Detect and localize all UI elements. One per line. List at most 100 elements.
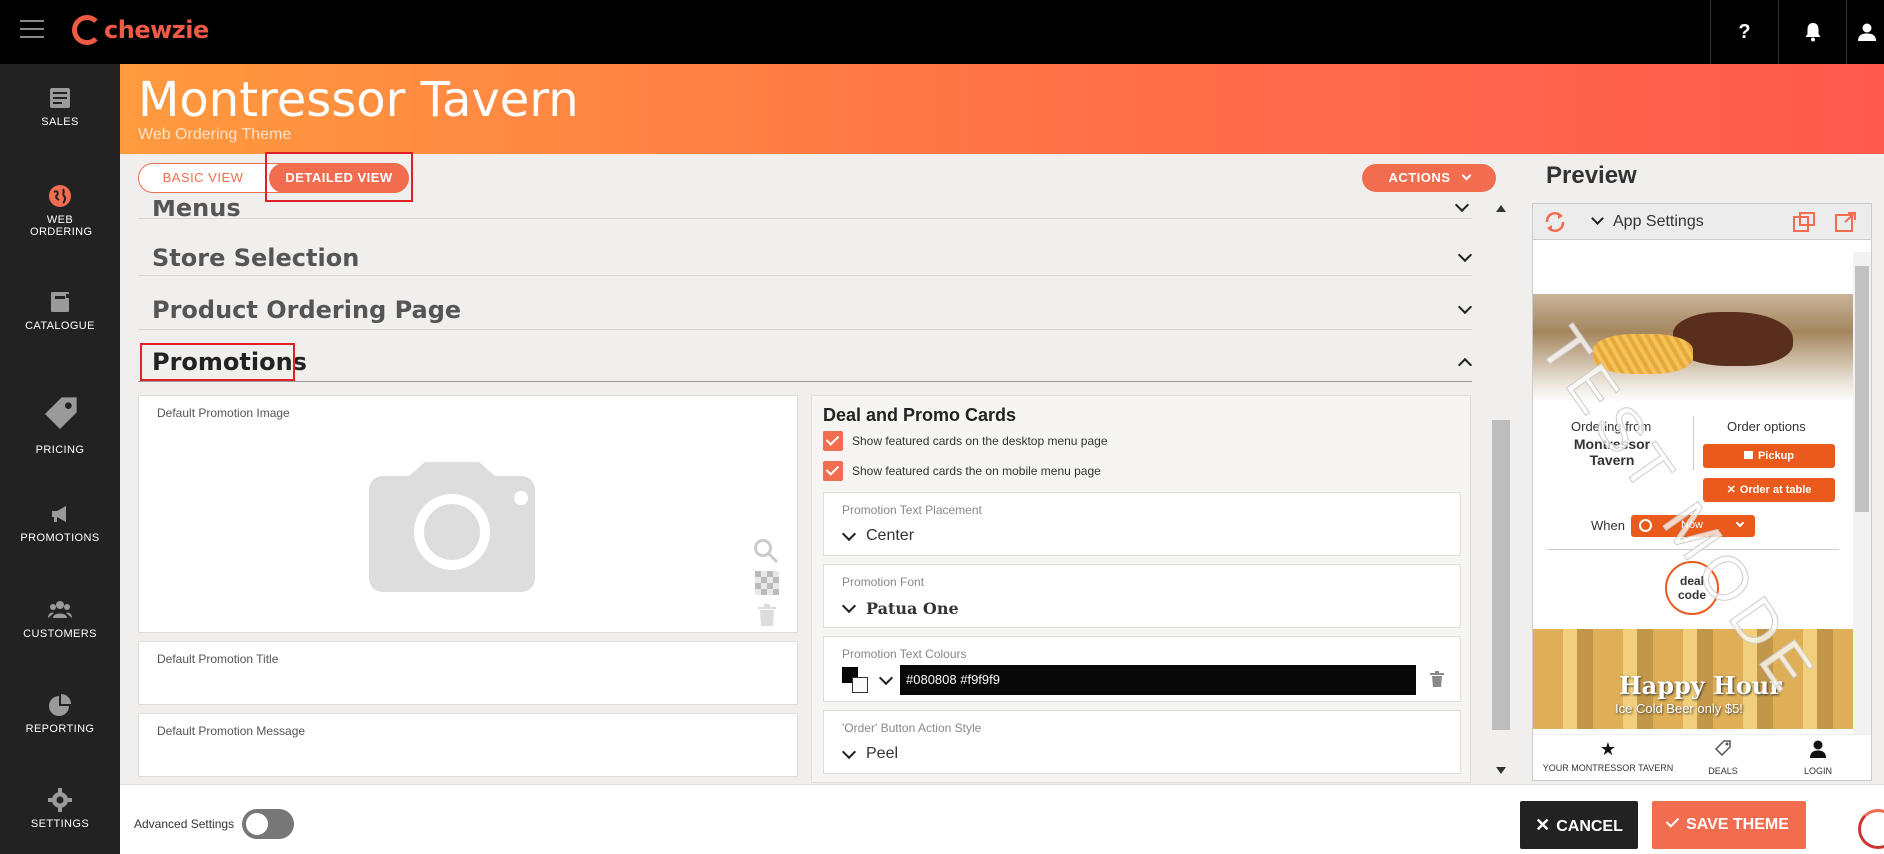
nav-home[interactable]: ★ YOUR MONTRESSOR TAVERN [1533,739,1683,773]
camera-placeholder-icon[interactable] [369,462,535,592]
pickup-button[interactable]: Pickup [1703,444,1835,468]
sidebar-item-settings[interactable]: SETTINGS [0,788,120,830]
colour-swatch-icon[interactable] [842,667,870,695]
popout-window-icon[interactable] [1793,212,1815,232]
promotion-text-placement-select[interactable]: Promotion Text Placement Center [823,492,1461,556]
sidebar-item-label: SALES [41,116,79,128]
order-button-style-select[interactable]: 'Order' Button Action Style Peel [823,710,1461,774]
preview-scrollbar[interactable] [1853,252,1871,736]
trash-icon[interactable] [1430,671,1444,687]
notifications-button[interactable] [1778,0,1846,64]
nav-label: DEALS [1708,766,1738,776]
sidebar-item-customers[interactable]: CUSTOMERS [0,598,120,640]
nav-login[interactable]: LOGIN [1783,739,1853,776]
app-settings-dropdown[interactable]: App Settings [1613,213,1704,231]
users-icon [48,601,72,618]
ordering-from-label: Ordering from [1571,419,1652,434]
banner-subtitle: Ice Cold Beer only $5! [1615,701,1743,716]
deal-code-label: deal code [1677,574,1706,602]
sidebar-item-sales[interactable]: SALES [0,86,120,128]
trash-icon[interactable] [757,604,777,626]
tag-icon [45,397,77,429]
field-label: Default Promotion Message [157,724,306,738]
external-link-icon[interactable] [1835,212,1857,232]
chevron-down-icon [1461,170,1472,181]
cancel-button[interactable]: ✕ CANCEL [1520,801,1638,849]
actions-button[interactable]: ACTIONS [1362,164,1496,192]
help-widget-icon[interactable] [1858,809,1884,849]
advanced-settings-toggle[interactable] [242,809,294,839]
show-desktop-cards-checkbox[interactable] [823,431,843,451]
scroll-up-arrow-icon[interactable] [1496,205,1506,212]
when-select[interactable]: Now [1631,515,1755,537]
logo-wordmark: chewzie [104,16,209,44]
nav-deals[interactable]: DEALS [1688,739,1758,776]
chevron-down-icon[interactable] [1454,200,1470,213]
store-name: Montressor Tavern [1573,436,1651,468]
order-at-table-label: Order at table [1739,484,1812,496]
sidebar-item-label: PROMOTIONS [20,532,100,544]
basic-view-button[interactable]: BASIC VIEW [139,164,267,192]
colour-value-input[interactable]: #080808 #f9f9f9 [900,665,1416,695]
main-scrollbar[interactable] [1490,205,1512,783]
show-mobile-cards-checkbox[interactable] [823,461,843,481]
sidebar-item-label: CATALOGUE [25,320,95,332]
help-icon: ? [1738,20,1751,43]
field-label: Default Promotion Title [157,652,279,666]
user-icon [1857,23,1876,41]
preview-bottom-nav: ★ YOUR MONTRESSOR TAVERN DEALS LOGIN [1533,734,1871,780]
help-button[interactable]: ? [1710,0,1778,64]
nav-label: LOGIN [1803,766,1832,776]
bell-icon [1805,23,1820,42]
deal-code-button[interactable]: deal code [1665,561,1719,615]
chevron-down-icon [841,598,857,614]
transparency-icon[interactable] [755,571,779,595]
banner-title: Happy Hour [1619,671,1782,700]
sidebar-item-pricing[interactable]: PRICING [0,394,120,456]
default-promotion-message-panel[interactable]: Default Promotion Message [138,713,798,777]
order-options-label: Order options [1727,419,1806,434]
default-promotion-title-panel[interactable]: Default Promotion Title [138,641,798,705]
save-theme-button[interactable]: SAVE THEME [1652,801,1806,849]
field-label: Promotion Text Placement [842,503,982,517]
chevron-down-icon[interactable] [878,670,894,686]
preview-scrollbar-thumb[interactable] [1855,266,1869,512]
section-divider [138,218,1472,219]
save-label: SAVE THEME [1686,816,1789,833]
section-title: Product Ordering Page [152,296,462,324]
chewzie-logo[interactable]: chewzie [72,10,209,50]
section-store-selection[interactable]: Store Selection [138,238,1473,276]
sidebar-item-promotions[interactable]: PROMOTIONS [0,502,120,544]
sidebar-item-reporting[interactable]: REPORTING [0,693,120,735]
field-label: Promotion Font [842,575,925,589]
sidebar-item-label: WEB ORDERING [30,214,93,238]
section-product-ordering[interactable]: Product Ordering Page [138,290,1473,330]
section-promotions[interactable]: Promotions [138,342,1473,382]
scroll-down-arrow-icon[interactable] [1496,767,1506,774]
refresh-icon[interactable] [1543,211,1567,233]
top-bar: chewzie ? [0,0,1884,64]
search-icon[interactable] [753,538,779,564]
checkbox-label: Show featured cards the on mobile menu p… [852,464,1101,478]
account-button[interactable] [1846,0,1884,64]
chevron-down-icon [841,744,857,760]
promotion-font-select[interactable]: Promotion Font Patua One [823,564,1461,628]
field-label: Promotion Text Colours [842,647,967,661]
checkbox-label: Show featured cards on the desktop menu … [852,434,1108,448]
hamburger-menu-icon[interactable] [20,20,44,40]
chevron-down-icon[interactable] [1591,212,1604,225]
chevron-down-icon [1457,247,1473,263]
happy-hour-banner[interactable]: Happy Hour Ice Cold Beer only $5! [1533,629,1853,729]
divider [1547,549,1839,550]
promotion-text-colours-field: Promotion Text Colours #080808 #f9f9f9 [823,636,1461,702]
utensils-icon: ✕ [1726,484,1736,496]
chevron-down-icon [841,526,857,542]
user-icon [1810,740,1826,758]
sidebar-item-catalogue[interactable]: CATALOGUE [0,290,120,332]
page-header: Montressor Tavern Web Ordering Theme [120,64,1884,154]
sidebar-item-web-ordering[interactable]: WEB ORDERING [0,184,120,238]
scrollbar-thumb[interactable] [1492,420,1510,730]
order-at-table-button[interactable]: ✕ Order at table [1703,478,1835,502]
section-menus[interactable]: Menus [152,200,241,218]
clock-icon [1639,519,1652,532]
